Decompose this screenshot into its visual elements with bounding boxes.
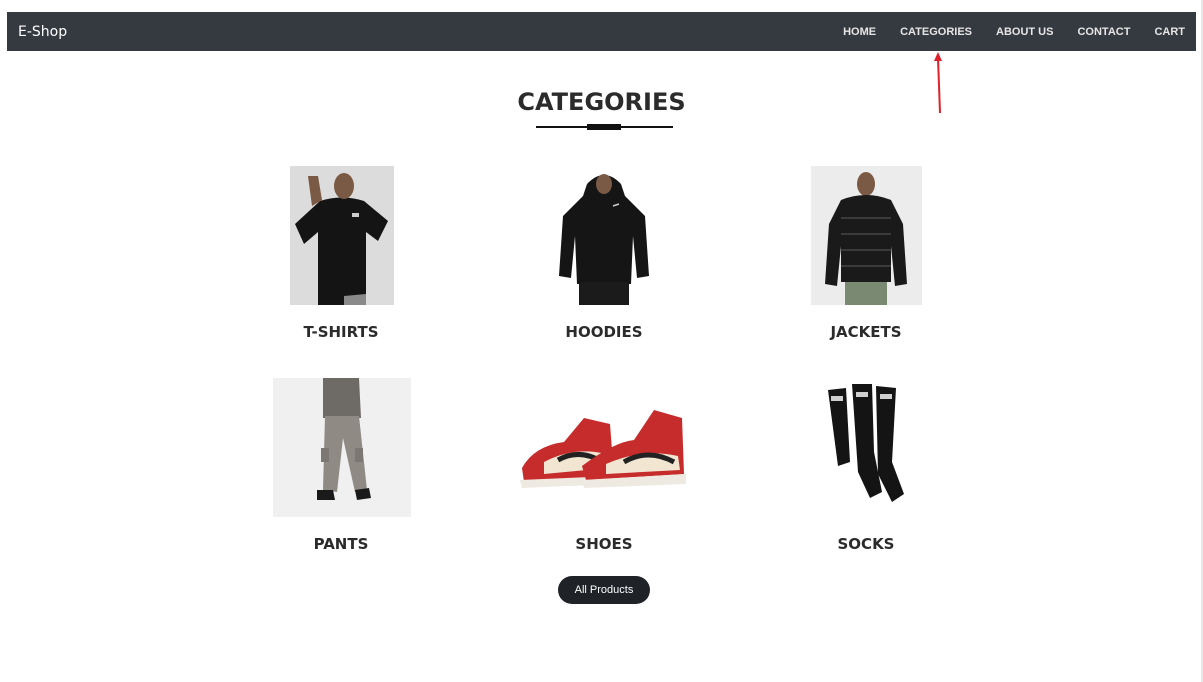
jacket-image bbox=[811, 166, 922, 305]
category-card-tshirts[interactable]: T-SHIRTS bbox=[241, 166, 441, 346]
nav-categories-link[interactable]: CATEGORIES bbox=[900, 26, 972, 38]
category-card-hoodies[interactable]: HOODIES bbox=[504, 166, 704, 346]
category-label: HOODIES bbox=[565, 323, 643, 341]
pants-image bbox=[273, 378, 411, 517]
brand-logo-link[interactable]: E-Shop bbox=[18, 24, 67, 40]
nav-about-link[interactable]: ABOUT US bbox=[996, 26, 1053, 38]
tshirt-image bbox=[290, 166, 394, 305]
shoes-image bbox=[514, 396, 694, 500]
navbar: E-Shop HOME CATEGORIES ABOUT US CONTACT … bbox=[7, 12, 1196, 51]
all-products-button[interactable]: All Products bbox=[558, 576, 650, 604]
nav-cart-link[interactable]: CART bbox=[1154, 26, 1185, 38]
category-label: T-SHIRTS bbox=[303, 323, 379, 341]
hoodie-image bbox=[553, 166, 655, 305]
category-label: JACKETS bbox=[830, 323, 902, 341]
page-title: CATEGORIES bbox=[517, 88, 686, 116]
category-label: PANTS bbox=[313, 535, 369, 553]
category-label: SHOES bbox=[575, 535, 633, 553]
nav-links: HOME CATEGORIES ABOUT US CONTACT CART bbox=[819, 26, 1185, 38]
category-label: SOCKS bbox=[837, 535, 895, 553]
category-card-shoes[interactable]: SHOES bbox=[504, 378, 704, 558]
nav-contact-link[interactable]: CONTACT bbox=[1077, 26, 1130, 38]
socks-image bbox=[822, 382, 910, 508]
title-underline-accent bbox=[587, 124, 621, 130]
category-card-jackets[interactable]: JACKETS bbox=[766, 166, 966, 346]
category-card-pants[interactable]: PANTS bbox=[241, 378, 441, 558]
category-card-socks[interactable]: SOCKS bbox=[766, 378, 966, 558]
nav-home-link[interactable]: HOME bbox=[843, 26, 876, 38]
